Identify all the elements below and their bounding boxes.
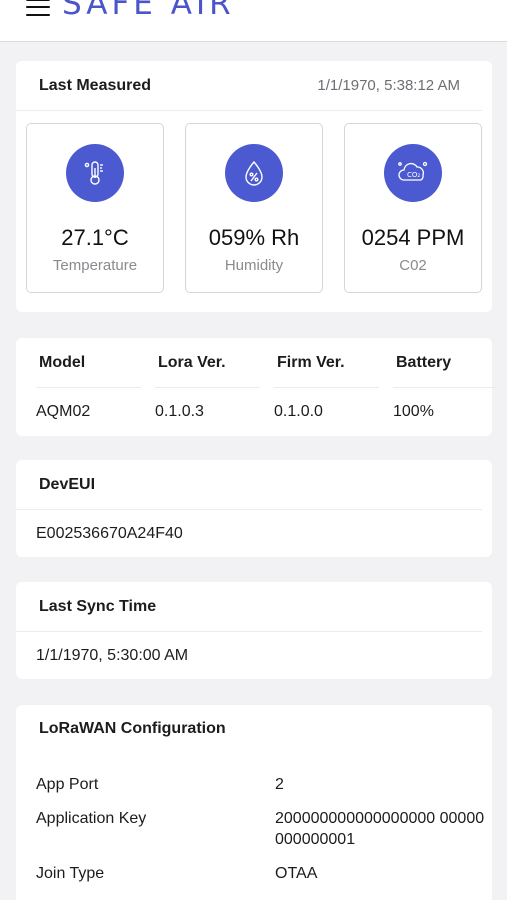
humidity-drop-icon: [225, 144, 283, 202]
temperature-tile: 27.1°C Temperature: [26, 123, 164, 293]
deveui-title: DevEUI: [39, 475, 96, 493]
hamburger-menu-icon[interactable]: [26, 0, 50, 16]
deveui-header: DevEUI: [16, 460, 482, 510]
battery-header: Battery: [393, 338, 498, 388]
application-key-value: 200000000000000000 00000000000001: [275, 810, 485, 848]
firmware-version-header: Firm Ver.: [274, 338, 379, 388]
co2-cloud-icon: CO₂: [384, 144, 442, 202]
last-sync-header: Last Sync Time: [16, 582, 482, 632]
last-sync-title: Last Sync Time: [39, 597, 157, 615]
lorawan-config-title: LoRaWAN Configuration: [39, 720, 226, 737]
humidity-label: Humidity: [224, 257, 284, 274]
model-value: AQM02: [36, 403, 91, 420]
last-measured-timestamp: 1/1/1970, 5:38:12 AM: [317, 77, 460, 94]
model-header: Model: [36, 338, 141, 388]
battery-value: 100%: [393, 403, 434, 420]
humidity-tile: 059% Rh Humidity: [185, 123, 323, 293]
last-measured-card: Last Measured 1/1/1970, 5:38:12 AM 27.1°…: [16, 61, 492, 312]
lorawan-config-header: LoRaWAN Configuration: [16, 705, 482, 753]
join-type-key: Join Type: [36, 865, 105, 882]
last-sync-value: 1/1/1970, 5:30:00 AM: [36, 647, 189, 664]
temperature-label: Temperature: [52, 257, 138, 274]
brand-logo: SAFE AIR: [62, 0, 235, 22]
deveui-value: E002536670A24F40: [36, 525, 183, 542]
last-measured-title: Last Measured: [39, 76, 152, 94]
co2-tile: CO₂ 0254 PPM C02: [344, 123, 482, 293]
device-info-card: Model Lora Ver. Firm Ver. Battery AQM02 …: [16, 338, 498, 436]
last-sync-card: Last Sync Time 1/1/1970, 5:30:00 AM: [16, 582, 492, 679]
last-measured-header: Last Measured 1/1/1970, 5:38:12 AM: [16, 61, 482, 111]
application-key-key: Application Key: [36, 810, 147, 827]
thermometer-icon: [66, 144, 124, 202]
lora-version-value: 0.1.0.3: [155, 403, 204, 420]
svg-text:CO₂: CO₂: [407, 171, 420, 179]
app-port-key: App Port: [36, 776, 99, 793]
co2-value: 0254 PPM: [361, 225, 465, 250]
temperature-value: 27.1°C: [61, 225, 129, 250]
join-type-value: OTAA: [275, 865, 318, 882]
co2-label: C02: [399, 257, 427, 274]
firmware-version-value: 0.1.0.0: [274, 403, 323, 420]
humidity-value: 059% Rh: [208, 225, 300, 250]
deveui-card: DevEUI E002536670A24F40: [16, 460, 492, 557]
top-bar: SAFE AIR: [0, 0, 507, 42]
app-port-value: 2: [275, 776, 284, 793]
lorawan-config-card: LoRaWAN Configuration App Port 2 Applica…: [16, 705, 492, 900]
lora-version-header: Lora Ver.: [155, 338, 260, 388]
